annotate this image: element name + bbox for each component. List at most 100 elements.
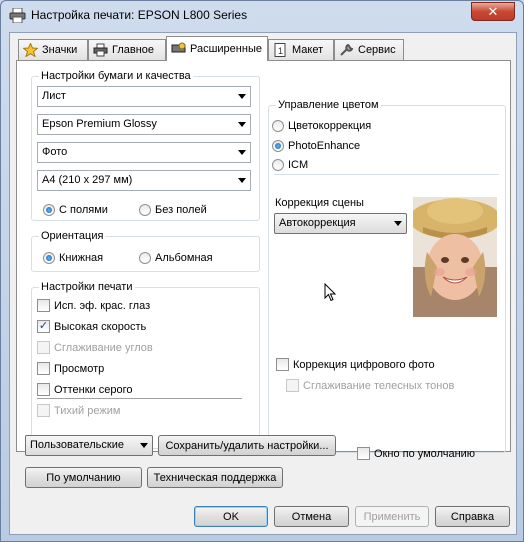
radio-label: Альбомная (155, 252, 213, 264)
tab-label: Значки (42, 44, 78, 56)
preview-photo (413, 197, 497, 317)
checkbox-box (37, 362, 50, 375)
landscape-radio[interactable]: Альбомная (139, 252, 213, 264)
help-button[interactable]: Справка (435, 506, 510, 527)
advanced-tab-icon (171, 42, 186, 53)
checkbox-box (37, 383, 50, 396)
child-portrait-image (413, 197, 497, 317)
icm-radio[interactable]: ICM (272, 159, 308, 171)
group-title: Ориентация (39, 230, 106, 242)
radio-indicator (272, 159, 284, 171)
advanced-panel: Настройки бумаги и качества Лист Epson P… (16, 60, 511, 453)
skin-tone-smoothing-checkbox: Сглаживание телесных тонов (286, 379, 454, 392)
save-delete-settings-button[interactable]: Сохранить/удалить настройки... (158, 435, 336, 456)
radio-indicator (139, 252, 151, 264)
radio-indicator (139, 204, 151, 216)
cancel-button[interactable]: Отмена (274, 506, 349, 527)
wrench-icon (340, 43, 354, 56)
tab-icons[interactable]: Значки (18, 39, 88, 60)
select-value: Автокоррекция (279, 217, 356, 229)
radio-label: Книжная (59, 252, 104, 264)
checkbox-label: Окно по умолчанию (374, 447, 476, 460)
chevron-down-icon (394, 221, 402, 226)
preview-checkbox[interactable]: Просмотр (37, 362, 104, 375)
select-value: Epson Premium Glossy (42, 118, 157, 130)
printer-tab-icon (93, 43, 108, 57)
default-window-checkbox[interactable]: Окно по умолчанию (357, 447, 475, 460)
color-correction-radio[interactable]: Цветокоррекция (272, 120, 371, 132)
tab-label: Сервис (358, 44, 396, 56)
tab-layout[interactable]: 1 Макет (268, 39, 334, 60)
borderless-radio[interactable]: Без полей (139, 204, 207, 216)
high-speed-checkbox[interactable]: ✓ Высокая скорость (37, 320, 146, 333)
apply-button: Применить (355, 506, 429, 527)
paper-type-select[interactable]: Epson Premium Glossy (37, 114, 251, 135)
quiet-mode-checkbox: Тихий режим (37, 404, 120, 417)
edge-smoothing-checkbox: Сглаживание углов (37, 341, 153, 354)
checkbox-box (37, 299, 50, 312)
checkbox-label: Оттенки серого (54, 383, 133, 396)
select-value: A4 (210 x 297 мм) (42, 174, 133, 186)
defaults-button[interactable]: По умолчанию (25, 467, 142, 488)
close-button[interactable]: ✕ (471, 2, 515, 21)
photoenhance-radio[interactable]: PhotoEnhance (272, 140, 360, 152)
checkbox-label: Тихий режим (54, 404, 121, 417)
radio-label: С полями (59, 204, 108, 216)
radio-indicator (272, 140, 284, 152)
checkbox-label: Просмотр (54, 362, 105, 375)
checkmark-glyph: ✓ (37, 320, 50, 333)
chevron-down-icon (140, 443, 148, 448)
paper-size-select[interactable]: A4 (210 x 297 мм) (37, 170, 251, 191)
divider (37, 398, 242, 399)
scene-correction-select[interactable]: Автокоррекция (274, 213, 407, 234)
window-title: Настройка печати: EPSON L800 Series (31, 8, 248, 22)
with-borders-radio[interactable]: С полями (43, 204, 108, 216)
checkbox-box (37, 341, 50, 354)
mouse-cursor-icon (324, 283, 337, 302)
radio-label: Без полей (155, 204, 207, 216)
portrait-radio[interactable]: Книжная (43, 252, 103, 264)
radio-indicator (43, 204, 55, 216)
tab-advanced[interactable]: Расширенные (166, 36, 268, 61)
grayscale-checkbox[interactable]: Оттенки серого (37, 383, 132, 396)
group-title: Управление цветом (276, 99, 381, 111)
tab-label: Расширенные (190, 43, 262, 55)
scene-correction-label: Коррекция сцены (275, 197, 364, 209)
radio-label: PhotoEnhance (288, 140, 361, 152)
radio-indicator (43, 252, 55, 264)
quality-select[interactable]: Фото (37, 142, 251, 163)
chevron-down-icon (238, 94, 246, 99)
group-title: Настройки бумаги и качества (39, 70, 193, 82)
group-title: Настройки печати (39, 281, 135, 293)
paper-source-select[interactable]: Лист (37, 86, 251, 107)
digital-photo-correction-checkbox[interactable]: Коррекция цифрового фото (276, 358, 435, 371)
divider (274, 174, 499, 175)
ok-button[interactable]: OK (194, 506, 268, 527)
checkbox-box (37, 404, 50, 417)
checkbox-label: Высокая скорость (54, 320, 147, 333)
printer-icon (9, 8, 26, 23)
checkbox-label: Сглаживание телесных тонов (303, 379, 455, 392)
print-settings-window: Настройка печати: EPSON L800 Series ✕ Зн… (0, 0, 524, 542)
select-value: Фото (42, 146, 68, 158)
checkbox-label: Сглаживание углов (54, 341, 153, 354)
tab-service[interactable]: Сервис (334, 39, 404, 60)
radio-label: Цветокоррекция (288, 120, 372, 132)
tab-main[interactable]: Главное (88, 39, 166, 60)
layout-tab-icon: 1 (274, 43, 286, 57)
chevron-down-icon (238, 122, 246, 127)
red-eye-checkbox[interactable]: Исп. эф. крас. глаз (37, 299, 150, 312)
checkbox-box (276, 358, 289, 371)
tech-support-button[interactable]: Техническая поддержка (147, 467, 283, 488)
preset-select[interactable]: Пользовательские (25, 435, 153, 456)
checkbox-box (286, 379, 299, 392)
checkbox-label: Исп. эф. крас. глаз (54, 299, 151, 312)
tab-label: Макет (292, 44, 324, 56)
svg-text:1: 1 (278, 46, 283, 56)
star-icon (23, 43, 38, 57)
radio-label: ICM (288, 159, 309, 171)
checkbox-box (357, 447, 370, 460)
radio-indicator (272, 120, 284, 132)
checkbox-label: Коррекция цифрового фото (293, 358, 435, 371)
select-value: Пользовательские (30, 439, 124, 451)
